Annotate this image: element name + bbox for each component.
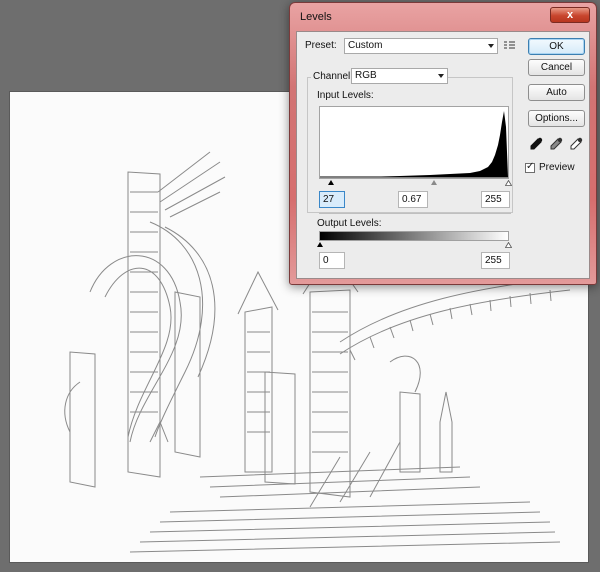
chevron-down-icon [488,44,494,48]
levels-dialog: Levels x Preset: Custom OK Cancel Auto O… [289,2,597,285]
gray-eyedropper-icon[interactable] [549,137,563,151]
preview-label: Preview [539,162,575,173]
preset-options-icon[interactable] [504,40,516,50]
input-white-field[interactable]: 255 [481,191,510,208]
histogram-graph [320,111,508,178]
checkmark-icon: ✓ [526,161,535,172]
white-eyedropper-icon[interactable] [569,137,583,151]
window-title: Levels [300,11,332,23]
channel-select[interactable]: RGB [351,68,448,84]
channel-label: Channel: [311,71,356,82]
ok-button[interactable]: OK [528,38,585,55]
output-black-field[interactable]: 0 [319,252,345,269]
output-black-slider[interactable] [317,242,323,247]
title-bar[interactable]: Levels x [290,3,596,29]
input-white-slider[interactable] [505,180,512,186]
close-icon: x [566,9,574,21]
output-white-slider[interactable] [505,242,512,248]
divider [319,213,511,214]
input-levels-label: Input Levels: [317,90,374,101]
cancel-button[interactable]: Cancel [528,59,585,76]
auto-button[interactable]: Auto [528,84,585,101]
input-black-field[interactable]: 27 [319,191,345,208]
close-button[interactable]: x [550,7,590,23]
options-button[interactable]: Options... [528,110,585,127]
channel-value: RGB [355,70,377,81]
preview-checkbox[interactable]: ✓ [525,161,535,173]
dialog-body: Preset: Custom OK Cancel Auto Options... [296,31,590,279]
output-gradient-bar [319,231,509,241]
input-black-slider[interactable] [328,180,334,185]
preset-value: Custom [348,40,383,51]
output-white-field[interactable]: 255 [481,252,510,269]
black-eyedropper-icon[interactable] [529,137,543,151]
preset-label: Preset: [305,40,337,51]
preset-select[interactable]: Custom [344,38,498,54]
input-gamma-field[interactable]: 0.67 [398,191,428,208]
output-levels-label: Output Levels: [317,218,382,229]
histogram [319,106,509,179]
chevron-down-icon [438,74,444,78]
input-gamma-slider[interactable] [431,180,437,185]
